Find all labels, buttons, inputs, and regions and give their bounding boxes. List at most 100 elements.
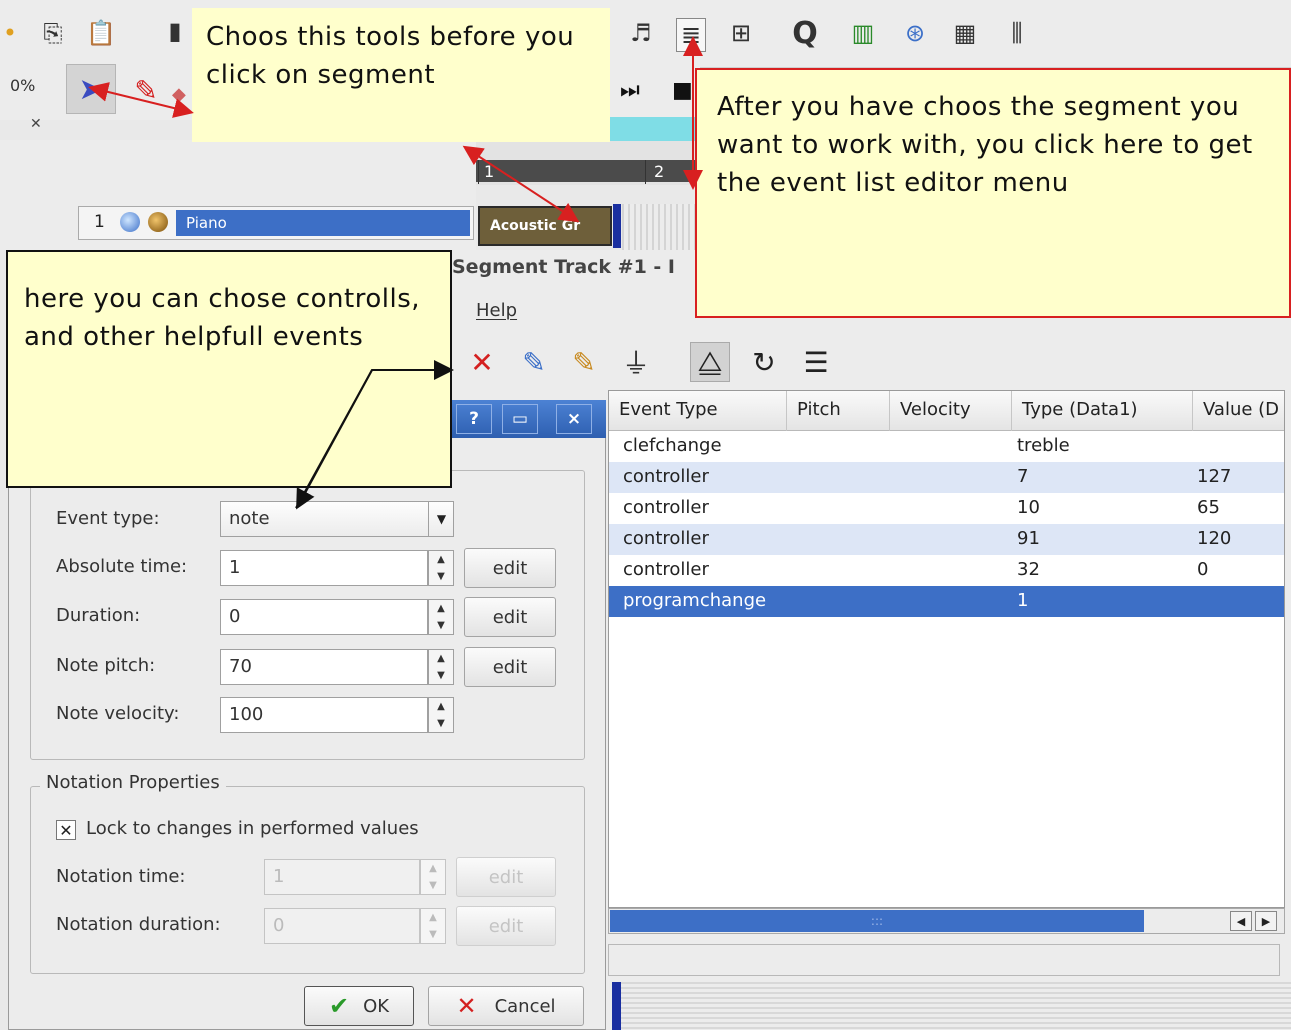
- absolute-time-edit-button[interactable]: edit: [464, 548, 556, 588]
- ruler-tick: [478, 160, 479, 184]
- select-tool-button[interactable]: ➤: [66, 64, 116, 114]
- absolute-time-field[interactable]: 1: [220, 550, 428, 586]
- scroll-right-icon[interactable]: ▶: [1255, 911, 1277, 931]
- cell-type: 10: [1017, 497, 1040, 518]
- edit-tool-icon[interactable]: ▮: [158, 14, 192, 48]
- cell-event-type: controller: [623, 466, 709, 487]
- note-velocity-spinner[interactable]: ▲ ▼: [428, 697, 454, 733]
- cell-type: treble: [1017, 435, 1070, 456]
- cell-type: 7: [1017, 466, 1029, 487]
- scroll-left-icon[interactable]: ◀: [1230, 911, 1252, 931]
- cell-value: 65: [1197, 497, 1220, 518]
- column-header-velocity[interactable]: Velocity: [890, 391, 1012, 431]
- notation-properties-title: Notation Properties: [40, 772, 226, 793]
- duration-edit-button[interactable]: edit: [464, 597, 556, 637]
- help-button[interactable]: ?: [456, 404, 492, 434]
- lock-checkbox[interactable]: ✕: [56, 820, 76, 840]
- table-row[interactable]: controller 10 65: [609, 493, 1284, 524]
- notation-time-label: Notation time:: [56, 866, 186, 887]
- toolbar-partial-icon[interactable]: •: [0, 16, 20, 50]
- ok-label: OK: [363, 995, 390, 1017]
- event-type-label: Event type:: [56, 508, 160, 529]
- notation-duration-edit-button[interactable]: edit: [456, 906, 556, 946]
- column-header-pitch[interactable]: Pitch: [787, 391, 890, 431]
- notation-duration-spinner[interactable]: ▲ ▼: [420, 908, 446, 944]
- table-row[interactable]: controller 7 127: [609, 462, 1284, 493]
- note-pitch-spinner[interactable]: ▲ ▼: [428, 649, 454, 685]
- copy-icon[interactable]: ⎘: [36, 16, 70, 50]
- notation-duration-field[interactable]: 0: [264, 908, 420, 944]
- stop-icon[interactable]: ■: [672, 78, 693, 103]
- cell-event-type: controller: [623, 497, 709, 518]
- keyboard-icon[interactable]: ▦: [948, 16, 982, 50]
- event-type-combo[interactable]: note: [220, 501, 454, 537]
- cell-type: 91: [1017, 528, 1040, 549]
- metronome-icon[interactable]: ⧋: [690, 342, 730, 382]
- note-pitch-edit-button[interactable]: edit: [464, 647, 556, 687]
- edit-advanced-icon[interactable]: ✎: [564, 342, 604, 382]
- notation-time-spinner[interactable]: ▲ ▼: [420, 859, 446, 895]
- track-name-label[interactable]: Piano: [176, 210, 470, 236]
- callout-choose-tools: Choos this tools before you click on seg…: [192, 8, 610, 142]
- pencil-tool-button[interactable]: ✎: [126, 70, 166, 110]
- playback-pointer-bottom: [612, 982, 621, 1030]
- duration-field[interactable]: 0: [220, 599, 428, 635]
- zoom-readout: 0%: [10, 76, 36, 95]
- edit-event-icon[interactable]: ✎: [514, 342, 554, 382]
- event-table[interactable]: Event Type Pitch Velocity Type (Data1) V…: [608, 390, 1285, 908]
- column-header-value[interactable]: Value (D: [1193, 391, 1284, 431]
- table-row[interactable]: controller 91 120: [609, 524, 1284, 555]
- notation-time-edit-button[interactable]: edit: [456, 857, 556, 897]
- ruler-number: 2: [654, 162, 665, 181]
- column-header-event-type[interactable]: Event Type: [609, 391, 787, 431]
- note-pitch-field[interactable]: 70: [220, 649, 428, 685]
- chevron-down-icon[interactable]: ▼: [428, 501, 454, 537]
- checkmark-icon: ✔: [328, 992, 350, 1020]
- table-header: Event Type Pitch Velocity Type (Data1) V…: [609, 391, 1284, 431]
- ok-button[interactable]: ✔ OK: [304, 986, 414, 1026]
- filter-icon[interactable]: ⏚: [616, 342, 656, 382]
- cell-value: 127: [1197, 466, 1232, 487]
- quantize-icon[interactable]: Q: [788, 16, 822, 51]
- skip-forward-icon[interactable]: ⏭: [620, 78, 640, 103]
- note-pitch-label: Note pitch:: [56, 655, 156, 676]
- cancel-label: Cancel: [494, 995, 556, 1017]
- synth-icon[interactable]: ⊛: [898, 16, 932, 50]
- close-icon[interactable]: ✕: [30, 116, 42, 132]
- loop-icon[interactable]: ↻: [744, 342, 784, 382]
- notation-time-field[interactable]: 1: [264, 859, 420, 895]
- duration-spinner[interactable]: ▲ ▼: [428, 599, 454, 635]
- list-icon[interactable]: ☰: [796, 342, 836, 382]
- absolute-time-label: Absolute time:: [56, 556, 188, 577]
- table-row[interactable]: controller 32 0: [609, 555, 1284, 586]
- note-velocity-field[interactable]: 100: [220, 697, 428, 733]
- mute-led-icon[interactable]: [120, 212, 140, 232]
- column-header-type-data1[interactable]: Type (Data1): [1012, 391, 1193, 431]
- cell-event-type: clefchange: [623, 435, 722, 456]
- record-led-icon[interactable]: [148, 212, 168, 232]
- menu-help[interactable]: Help: [476, 300, 517, 321]
- paste-icon[interactable]: 📋: [84, 16, 118, 50]
- table-row[interactable]: clefchange treble: [609, 431, 1284, 462]
- event-list-editor-icon[interactable]: ≣: [676, 18, 706, 52]
- table-row-selected[interactable]: programchange 1: [609, 586, 1284, 617]
- pitch-tracker-icon[interactable]: ⫼: [1000, 16, 1034, 50]
- callout-choose-events: here you can chose controlls, and other …: [6, 250, 452, 488]
- cell-value: 0: [1197, 559, 1209, 580]
- absolute-time-spinner[interactable]: ▲ ▼: [428, 550, 454, 586]
- audio-mixer-icon[interactable]: ▥: [846, 16, 880, 50]
- scrollbar-thumb[interactable]: :::: [610, 910, 1144, 932]
- playback-pointer: [613, 204, 621, 248]
- cancel-button[interactable]: ✕ Cancel: [428, 986, 584, 1026]
- lock-checkbox-label[interactable]: Lock to changes in performed values: [86, 818, 419, 839]
- eraser-tool-icon[interactable]: ◆: [172, 84, 192, 105]
- transport-bar: ⏭ ■: [610, 62, 700, 120]
- maximize-button[interactable]: ▭: [502, 404, 538, 434]
- close-button[interactable]: ×: [556, 404, 592, 434]
- duration-label: Duration:: [56, 605, 141, 626]
- delete-icon[interactable]: ✕: [462, 342, 502, 382]
- notation-editor-icon[interactable]: ♬: [624, 16, 658, 50]
- segment-block[interactable]: Acoustic Gr: [478, 206, 612, 246]
- cell-event-type: controller: [623, 559, 709, 580]
- mixer-icon[interactable]: ⊞: [724, 16, 758, 50]
